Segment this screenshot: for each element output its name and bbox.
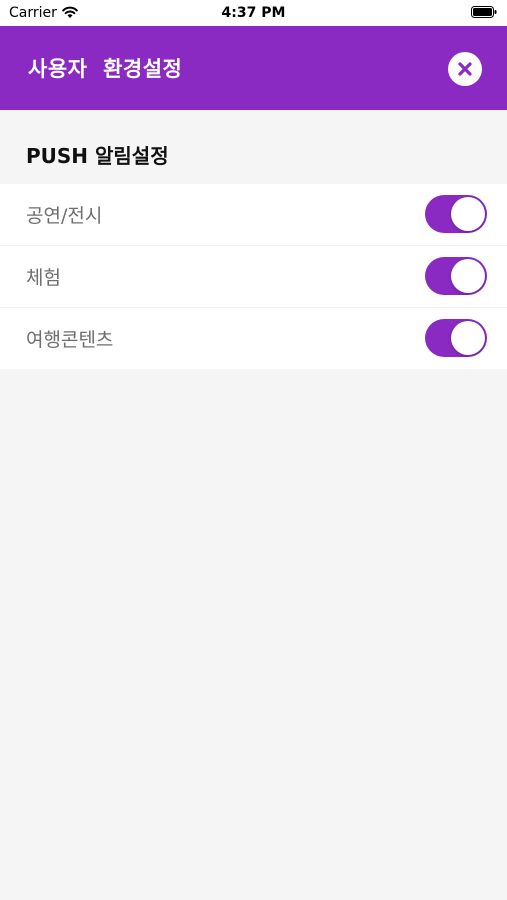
- settings-list: 공연/전시 체험 여행콘텐츠: [0, 184, 507, 369]
- toggle-knob: [451, 197, 485, 231]
- toggle-switch-experience[interactable]: [425, 257, 487, 295]
- close-icon: [458, 62, 472, 76]
- setting-row-experience: 체험: [0, 245, 507, 307]
- page-title: 사용자 환경설정: [28, 57, 183, 81]
- status-time: 4:37 PM: [221, 5, 286, 21]
- setting-row-travel-content: 여행콘텐츠: [0, 307, 507, 369]
- toggle-switch-performance[interactable]: [425, 195, 487, 233]
- toggle-knob: [451, 321, 485, 355]
- app-header: 사용자 환경설정: [0, 26, 507, 110]
- toggle-switch-travel-content[interactable]: [425, 319, 487, 357]
- close-button[interactable]: [448, 52, 482, 86]
- toggle-knob: [451, 259, 485, 293]
- section-title-push: PUSH 알림설정: [26, 144, 169, 168]
- setting-label: 체험: [26, 267, 61, 289]
- setting-label: 공연/전시: [26, 205, 103, 227]
- status-bar: Carrier 4:37 PM: [0, 0, 507, 26]
- setting-row-performance: 공연/전시: [0, 184, 507, 245]
- setting-label: 여행콘텐츠: [26, 329, 114, 351]
- battery-icon: [471, 6, 497, 18]
